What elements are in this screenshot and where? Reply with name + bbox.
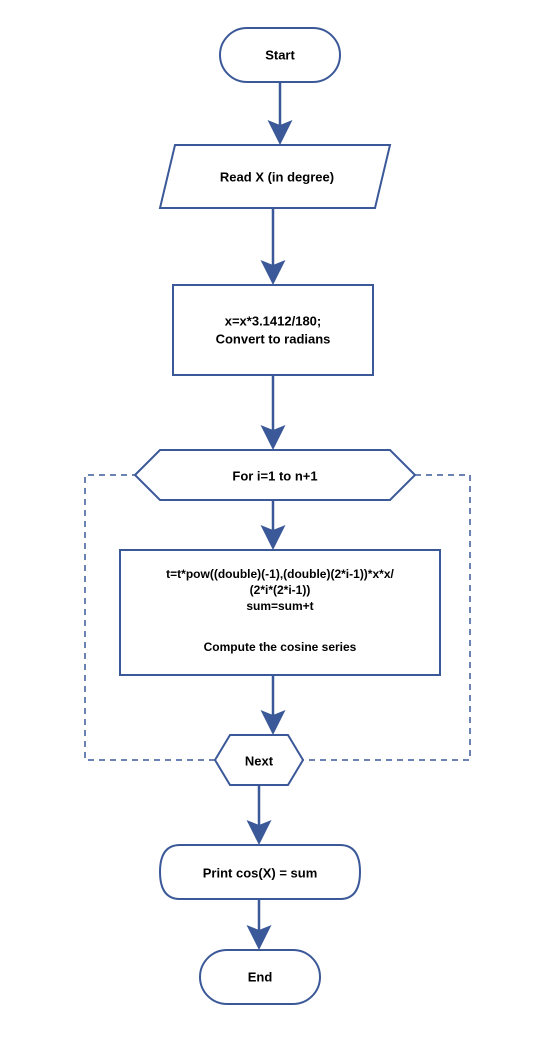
print-label: Print cos(X) = sum bbox=[203, 865, 318, 880]
next-node: Next bbox=[215, 735, 303, 785]
start-node: Start bbox=[220, 28, 340, 82]
next-label: Next bbox=[245, 753, 274, 768]
compute-node: t=t*pow((double)(-1),(double)(2*i-1))*x*… bbox=[120, 550, 440, 675]
compute-label4: Compute the cosine series bbox=[204, 640, 357, 654]
loop-header-node: For i=1 to n+1 bbox=[135, 450, 415, 500]
loop-label: For i=1 to n+1 bbox=[232, 468, 317, 483]
end-node: End bbox=[200, 950, 320, 1004]
convert-label2: Convert to radians bbox=[216, 331, 331, 346]
convert-node: x=x*3.1412/180; Convert to radians bbox=[173, 285, 373, 375]
read-label: Read X (in degree) bbox=[220, 169, 334, 184]
compute-label3: sum=sum+t bbox=[246, 599, 313, 613]
convert-label1: x=x*3.1412/180; bbox=[225, 313, 322, 328]
compute-label2: (2*i*(2*i-1)) bbox=[250, 583, 311, 597]
print-node: Print cos(X) = sum bbox=[160, 845, 360, 899]
compute-label1: t=t*pow((double)(-1),(double)(2*i-1))*x*… bbox=[166, 567, 394, 581]
start-label: Start bbox=[265, 47, 295, 62]
read-node: Read X (in degree) bbox=[160, 145, 390, 208]
end-label: End bbox=[248, 969, 273, 984]
